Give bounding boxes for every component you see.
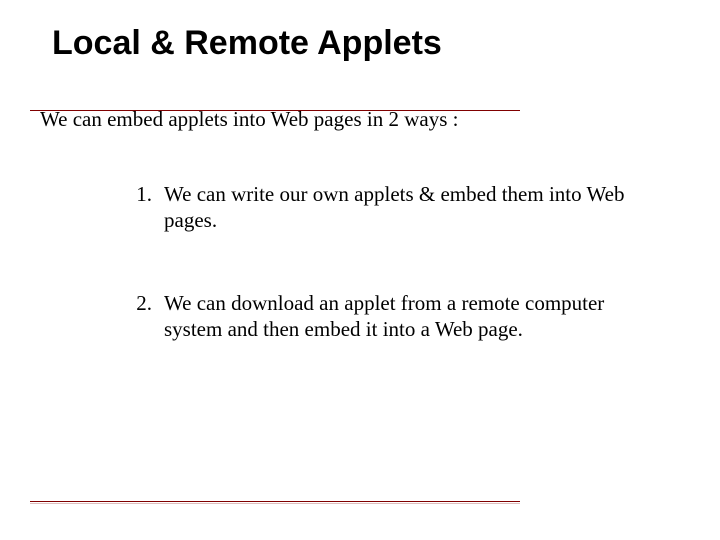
list-item: 2. We can download an applet from a remo…	[130, 291, 640, 342]
slide: Local & Remote Applets We can embed appl…	[0, 0, 720, 540]
footer-line	[30, 501, 520, 502]
list-text: We can download an applet from a remote …	[164, 291, 640, 342]
ordered-list: 1. We can write our own applets & embed …	[130, 182, 640, 342]
list-text: We can write our own applets & embed the…	[164, 182, 640, 233]
slide-title: Local & Remote Applets	[40, 24, 680, 79]
list-number: 2.	[130, 291, 152, 342]
title-underline	[30, 110, 520, 111]
list-number: 1.	[130, 182, 152, 233]
list-item: 1. We can write our own applets & embed …	[130, 182, 640, 233]
footer-line-shadow	[30, 503, 520, 504]
